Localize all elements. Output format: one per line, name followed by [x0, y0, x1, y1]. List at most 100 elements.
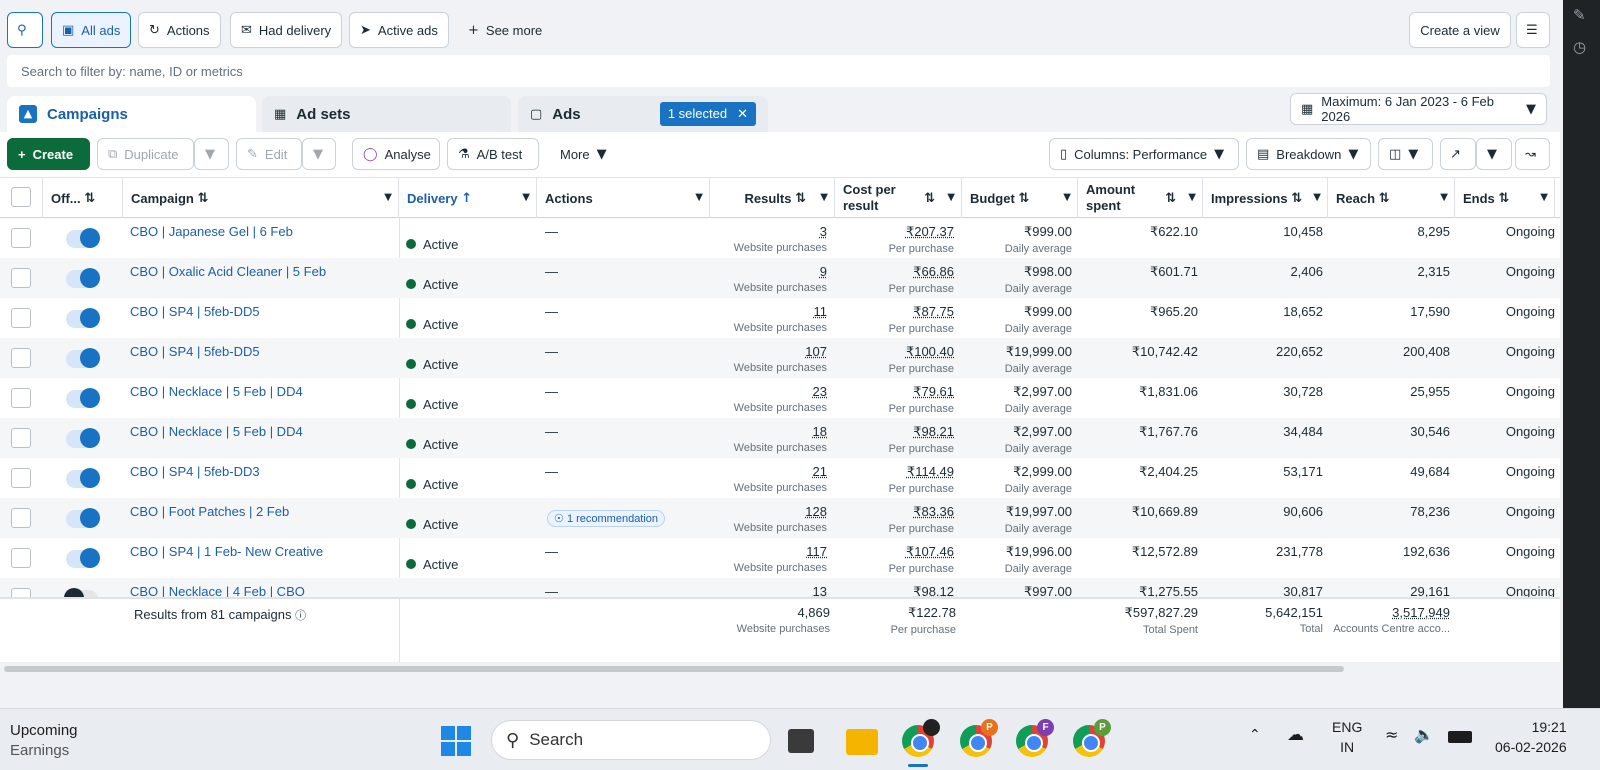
view-all-ads[interactable]: ▣ All ads — [51, 12, 132, 48]
view-had-delivery[interactable]: ✉ Had delivery — [230, 12, 343, 48]
col-budget[interactable]: Budget ⇅ ▼ — [962, 178, 1078, 218]
row-checkbox[interactable] — [11, 428, 31, 448]
tab-ad-sets[interactable]: ▦ Ad sets — [262, 96, 511, 132]
table-row[interactable]: CBO | Japanese Gel | 6 Feb Active —3 Websit… — [0, 218, 1560, 258]
wifi-icon[interactable]: ≈ — [1385, 725, 1398, 744]
col-delivery[interactable]: Delivery ↑ ▼ — [399, 178, 537, 218]
table-row[interactable]: CBO | SP4 | 5feb-DD5 Active —107 Website pu… — [0, 338, 1560, 378]
table-row[interactable]: CBO | SP4 | 1 Feb- New Creative Active —11… — [0, 538, 1560, 578]
col-ends[interactable]: Ends ⇅ ▼ — [1455, 178, 1555, 218]
edit-dropdown[interactable]: ▼ — [302, 138, 336, 170]
chevron-down-icon[interactable]: ▼ — [384, 192, 392, 203]
chevron-down-icon[interactable]: ▼ — [947, 192, 955, 203]
row-checkbox[interactable] — [11, 348, 31, 368]
row-checkbox[interactable] — [11, 588, 31, 597]
task-view-icon[interactable] — [788, 729, 814, 753]
view-actions[interactable]: ↻ Actions — [138, 12, 221, 48]
chevron-down-icon[interactable]: ▼ — [1313, 192, 1321, 203]
create-button[interactable]: + Create — [7, 138, 90, 170]
on-off-toggle[interactable] — [66, 428, 100, 448]
on-off-toggle[interactable] — [66, 228, 100, 248]
chevron-down-icon[interactable]: ▼ — [1540, 192, 1548, 203]
selected-chip[interactable]: 1 selected ✕ — [659, 102, 756, 126]
edit-button[interactable]: ✎ Edit — [236, 138, 302, 170]
date-range-picker[interactable]: ▦ Maximum: 6 Jan 2023 - 6 Feb 2026 ▼ — [1290, 93, 1547, 125]
start-button[interactable] — [441, 726, 471, 756]
on-off-toggle[interactable] — [66, 548, 100, 568]
on-off-toggle[interactable] — [64, 588, 98, 597]
row-checkbox[interactable] — [11, 468, 31, 488]
breakdown-button[interactable]: ▤ Breakdown ▼ — [1246, 138, 1371, 170]
create-view-button[interactable]: Create a view — [1409, 12, 1511, 48]
row-checkbox[interactable] — [11, 268, 31, 288]
filter-search-input[interactable]: Search to filter by: name, ID or metrics — [7, 55, 1550, 87]
tab-campaigns[interactable]: ▲ Campaigns — [7, 96, 256, 132]
volume-icon[interactable]: 🔈 — [1414, 725, 1434, 744]
cloud-icon[interactable]: ☁ — [1287, 725, 1304, 745]
row-checkbox[interactable] — [11, 548, 31, 568]
table-row[interactable]: CBO | Foot Patches | 2 Feb Active ☉ 1 reco… — [0, 498, 1560, 538]
duplicate-button[interactable]: ⧉ Duplicate — [97, 138, 194, 170]
table-row[interactable]: CBO | Necklace | 5 Feb | DD4 Active —18 Web… — [0, 418, 1560, 458]
info-icon[interactable]: ⓘ — [295, 609, 306, 622]
chrome-icon[interactable] — [902, 719, 940, 757]
table-row[interactable]: CBO | Necklace | 5 Feb | DD4 Active —23 Web… — [0, 378, 1560, 418]
history-icon[interactable]: ◷ — [1573, 38, 1586, 56]
on-off-toggle[interactable] — [66, 468, 100, 488]
col-reach[interactable]: Reach ⇅ ▼ — [1328, 178, 1455, 218]
on-off-toggle[interactable] — [66, 268, 100, 288]
chevron-down-icon[interactable]: ▼ — [1188, 192, 1196, 203]
table-row[interactable]: CBO | Necklace | 4 Feb | CBO Off — 13 ₹98.12… — [0, 578, 1560, 597]
reports-button[interactable]: ◫ ▼ — [1378, 138, 1433, 170]
col-results[interactable]: Results ⇅ ▼ — [710, 178, 835, 218]
on-off-toggle[interactable] — [66, 508, 100, 528]
col-amount-spent[interactable]: Amount spent ⇅ ▼ — [1078, 178, 1203, 218]
col-off-on[interactable]: Off... ⇅ — [43, 178, 123, 218]
chrome-profile-f-icon[interactable]: F — [1016, 719, 1054, 757]
language-indicator[interactable]: ENG IN — [1332, 717, 1362, 757]
col-actions[interactable]: Actions ▼ — [537, 178, 710, 218]
taskbar-search[interactable]: ⚲ Search — [491, 720, 771, 760]
view-settings-button[interactable]: ☰ — [1516, 12, 1550, 48]
chevron-down-icon[interactable]: ▼ — [1440, 192, 1448, 203]
on-off-toggle[interactable] — [66, 308, 100, 328]
view-active-ads[interactable]: ➤ Active ads — [349, 12, 449, 48]
horizontal-scrollbar[interactable] — [4, 666, 1344, 672]
more-button[interactable]: More ▼ — [550, 138, 617, 170]
chevron-down-icon[interactable]: ▼ — [1063, 192, 1071, 203]
col-cost-per-result[interactable]: Cost per result ⇅ ▼ — [835, 178, 962, 218]
recommendation-badge[interactable]: ☉ 1 recommendation — [547, 510, 666, 527]
chrome-profile-p2-icon[interactable]: P — [1073, 719, 1111, 757]
analyse-button[interactable]: ◯ Analyse — [352, 138, 440, 170]
col-impressions[interactable]: Impressions ⇅ ▼ — [1203, 178, 1328, 218]
campaign-name-link[interactable]: CBO | Necklace | 4 Feb | CBO — [130, 584, 305, 597]
chrome-profile-p-icon[interactable]: P — [960, 719, 998, 757]
chevron-down-icon[interactable]: ▼ — [695, 192, 703, 203]
chevron-down-icon[interactable]: ▼ — [820, 192, 828, 203]
edit-icon[interactable]: ✎ — [1573, 6, 1586, 24]
charts-button[interactable]: ↝ — [1515, 138, 1550, 170]
row-checkbox[interactable] — [11, 508, 31, 528]
columns-button[interactable]: ▯ Columns: Performance ▼ — [1049, 138, 1239, 170]
battery-icon[interactable] — [1448, 731, 1472, 743]
search-button[interactable]: ⚲ — [7, 12, 43, 48]
on-off-toggle[interactable] — [66, 348, 100, 368]
col-campaign[interactable]: Campaign ⇅ ▼ — [123, 178, 399, 218]
file-explorer-icon[interactable] — [846, 729, 878, 755]
chevron-up-icon[interactable]: ⌃ — [1249, 727, 1261, 743]
tab-ads[interactable]: ▢ Ads 1 selected ✕ — [518, 96, 768, 132]
close-icon[interactable]: ✕ — [737, 106, 748, 122]
row-checkbox[interactable] — [11, 308, 31, 328]
row-checkbox[interactable] — [11, 388, 31, 408]
ab-test-button[interactable]: ⚗ A/B test — [447, 138, 539, 170]
table-row[interactable]: CBO | SP4 | 5feb-DD3 Active —21 Website pur… — [0, 458, 1560, 498]
export-button[interactable]: ↗ — [1440, 138, 1476, 170]
row-checkbox[interactable] — [11, 228, 31, 248]
table-row[interactable]: CBO | SP4 | 5feb-DD5 Active —11 Website pur… — [0, 298, 1560, 338]
see-more-button[interactable]: + See more — [458, 12, 552, 48]
export-dropdown[interactable]: ▼ — [1476, 138, 1512, 170]
duplicate-dropdown[interactable]: ▼ — [194, 138, 229, 170]
clock[interactable]: 19:21 06-02-2026 — [1495, 717, 1567, 757]
widget-earnings[interactable]: Upcoming Earnings — [10, 721, 78, 761]
on-off-toggle[interactable] — [66, 388, 100, 408]
